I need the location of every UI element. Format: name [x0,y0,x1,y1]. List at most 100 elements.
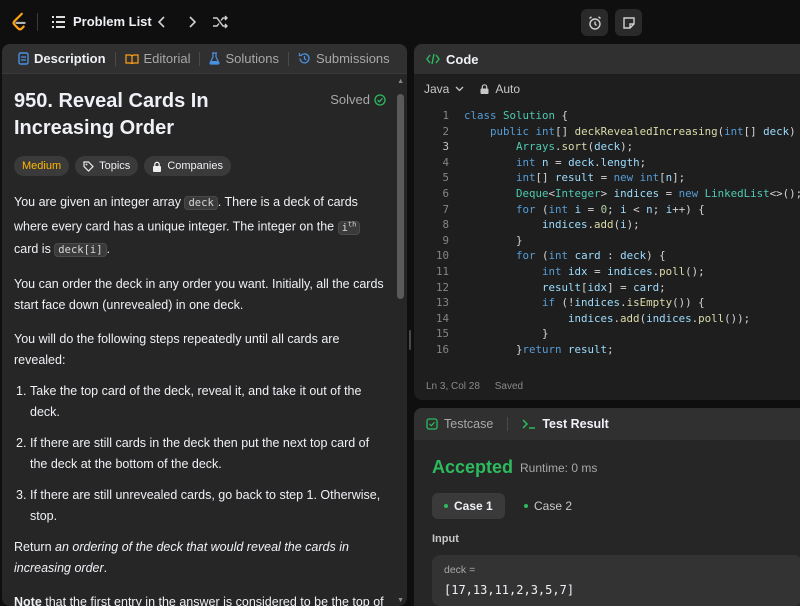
topics-label: Topics [99,160,131,172]
input-value: [17,13,11,2,3,5,7] [444,583,575,597]
input-label: Input [432,533,459,545]
code-line[interactable]: 11 int idx = indices.poll(); [414,264,800,280]
panel-splitter[interactable] [409,330,411,350]
cursor-position: Ln 3, Col 28 [426,381,480,392]
code-text: }return result; [464,342,614,356]
code-line[interactable]: 13 if (!indices.isEmpty()) { [414,295,800,311]
scroll-up-arrow[interactable]: ▲ [397,78,404,85]
note-icon[interactable] [615,9,642,36]
list-icon[interactable] [52,16,65,28]
code-line[interactable]: 3 Arrays.sort(deck); [414,139,800,155]
code-line[interactable]: 7 for (int i = 0; i < n; i++) { [414,202,800,218]
auto-mode-toggle[interactable]: Auto [480,82,520,96]
difficulty-badge[interactable]: Medium [14,156,70,176]
code-line[interactable]: 16 }return result; [414,342,800,358]
case-1-label: Case 1 [454,499,493,513]
code-line[interactable]: 1 class Solution { [414,108,800,124]
case-2-label: Case 2 [534,499,573,513]
test-result-label: Test Result [542,417,609,431]
scroll-down-arrow[interactable]: ▼ [397,597,404,604]
code-text: result[idx] = card; [542,280,666,294]
code-title: Code [446,51,479,67]
input-value-box: deck = [17,13,11,2,3,5,7] [432,555,800,606]
code-text: if (!indices.isEmpty()) { [542,296,705,310]
code-text: for (int i = 0; i < n; i++) { [516,202,705,216]
description-tabs: Description Editorial Solutions Submissi… [2,44,407,74]
code-text: public int[] deckRevealedIncreasing(int[… [490,124,796,138]
tab-testcase[interactable]: Testcase [426,417,493,431]
line-number: 6 [442,186,449,200]
description-paragraph: Return an ordering of the deck that woul… [14,539,349,575]
pass-dot-icon [444,504,448,508]
steps-list: 1. Take the top card of the deck, reveal … [14,381,384,527]
description-panel: Description Editorial Solutions Submissi… [2,44,407,606]
tab-submissions[interactable]: Submissions [292,44,396,74]
code-line[interactable]: 9 } [414,233,800,249]
testcase-label: Testcase [444,417,494,431]
code-text: int[] result = new int[n]; [516,171,686,185]
chevron-right-icon[interactable] [182,12,202,32]
divider [114,51,116,66]
leetcode-logo[interactable] [9,11,31,33]
tag-icon [83,160,94,172]
mode-label: Auto [495,82,521,96]
code-icon [426,53,440,65]
tab-editorial-label: Editorial [143,51,191,66]
solved-badge: Solved [330,92,386,107]
code-line[interactable]: 5 int[] result = new int[n]; [414,170,800,186]
line-number: 14 [435,311,449,325]
line-number: 7 [442,202,449,216]
verdict-status: Accepted [432,457,514,477]
language-select[interactable]: Java [424,82,464,96]
problem-list-button[interactable]: Problem List [73,14,152,29]
lock-icon [480,84,489,94]
shuffle-icon[interactable] [210,12,230,32]
tab-description[interactable]: Description [12,44,112,74]
book-icon [124,53,139,65]
companies-button[interactable]: Companies [144,156,231,176]
divider [287,51,289,66]
case-1-tab[interactable]: Case 1 [432,493,505,519]
code-text: Deque<Integer> indices = new LinkedList<… [516,186,800,200]
code-editor[interactable]: 1 class Solution {2 public int[] deckReve… [414,108,800,368]
chevron-left-icon[interactable] [152,12,172,32]
list-item: 3. If there are still unrevealed cards, g… [16,487,381,523]
lock-icon [153,161,162,172]
code-header: Code [414,44,800,74]
history-icon [298,52,311,65]
code-line[interactable]: 12 result[idx] = card; [414,280,800,296]
code-text: indices.add(i); [542,218,640,232]
tab-editorial[interactable]: Editorial [119,44,197,74]
runtime-text: Runtime: 0 ms [520,461,598,475]
code-line[interactable]: 4 int n = deck.length; [414,155,800,171]
inline-code: deck [184,196,218,210]
code-line[interactable]: 2 public int[] deckRevealedIncreasing(in… [414,124,800,140]
flask-icon [209,52,221,65]
input-variable-name: deck = [444,564,476,576]
code-text: int n = deck.length; [516,155,647,169]
code-line[interactable]: 8 indices.add(i); [414,217,800,233]
code-line[interactable]: 10 for (int card : deck) { [414,248,800,264]
document-icon [18,52,29,65]
code-text: indices.add(indices.poll()); [568,311,751,325]
tab-test-result[interactable]: Test Result [522,417,609,431]
code-line[interactable]: 15 } [414,326,800,342]
alarm-clock-icon[interactable] [581,9,608,36]
tab-solutions[interactable]: Solutions [203,44,284,74]
scrollbar-thumb[interactable] [397,94,404,299]
topics-button[interactable]: Topics [75,156,139,176]
line-number: 12 [435,280,449,294]
line-number: 13 [435,296,449,310]
case-2-tab[interactable]: Case 2 [512,493,584,519]
code-line[interactable]: 14 indices.add(indices.poll()); [414,311,800,327]
description-paragraph: You will do the following steps repeated… [14,331,340,367]
tab-solutions-label: Solutions [225,51,279,66]
inline-code: ith [337,220,361,235]
tag-row: Medium Topics Companies [14,156,384,176]
page-title: 950. Reveal Cards In Increasing Order [14,90,209,139]
editor-status-bar: Ln 3, Col 28 Saved [426,381,523,392]
code-text: for (int card : deck) { [516,249,666,263]
code-line[interactable]: 6 Deque<Integer> indices = new LinkedLis… [414,186,800,202]
line-number: 1 [442,109,449,122]
test-result-panel: Testcase Test Result Accepted Runtime: 0… [414,408,800,606]
